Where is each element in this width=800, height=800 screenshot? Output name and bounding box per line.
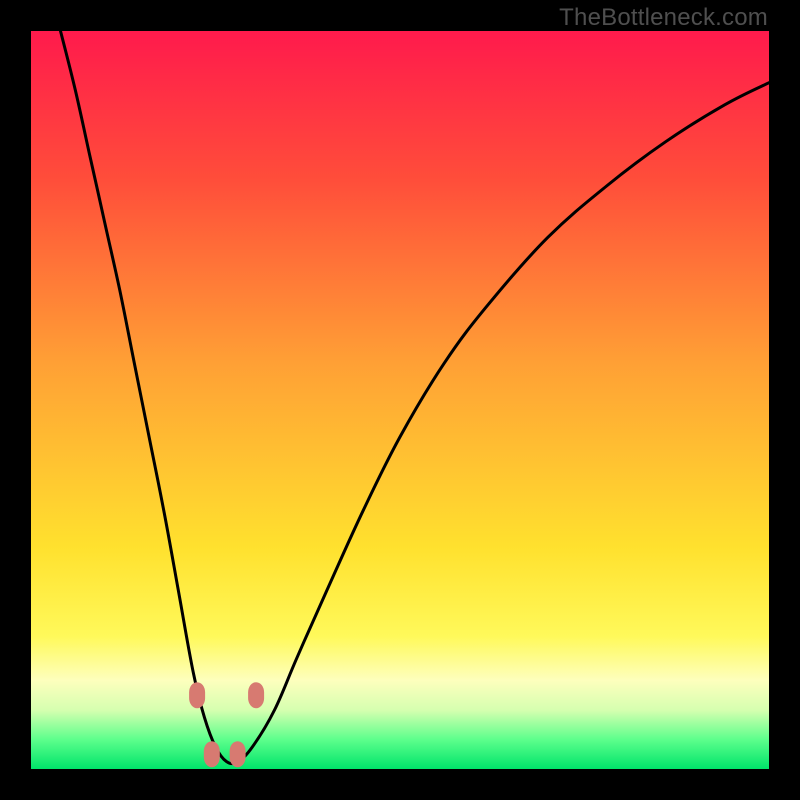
curve-marker [189, 682, 205, 708]
curve-markers [189, 682, 264, 767]
curve-marker [248, 682, 264, 708]
plot-area [31, 31, 769, 769]
bottleneck-curve [61, 31, 770, 764]
outer-frame: TheBottleneck.com [0, 0, 800, 800]
curve-marker [230, 741, 246, 767]
curve-layer [31, 31, 769, 769]
curve-marker [204, 741, 220, 767]
watermark-text: TheBottleneck.com [559, 4, 768, 32]
